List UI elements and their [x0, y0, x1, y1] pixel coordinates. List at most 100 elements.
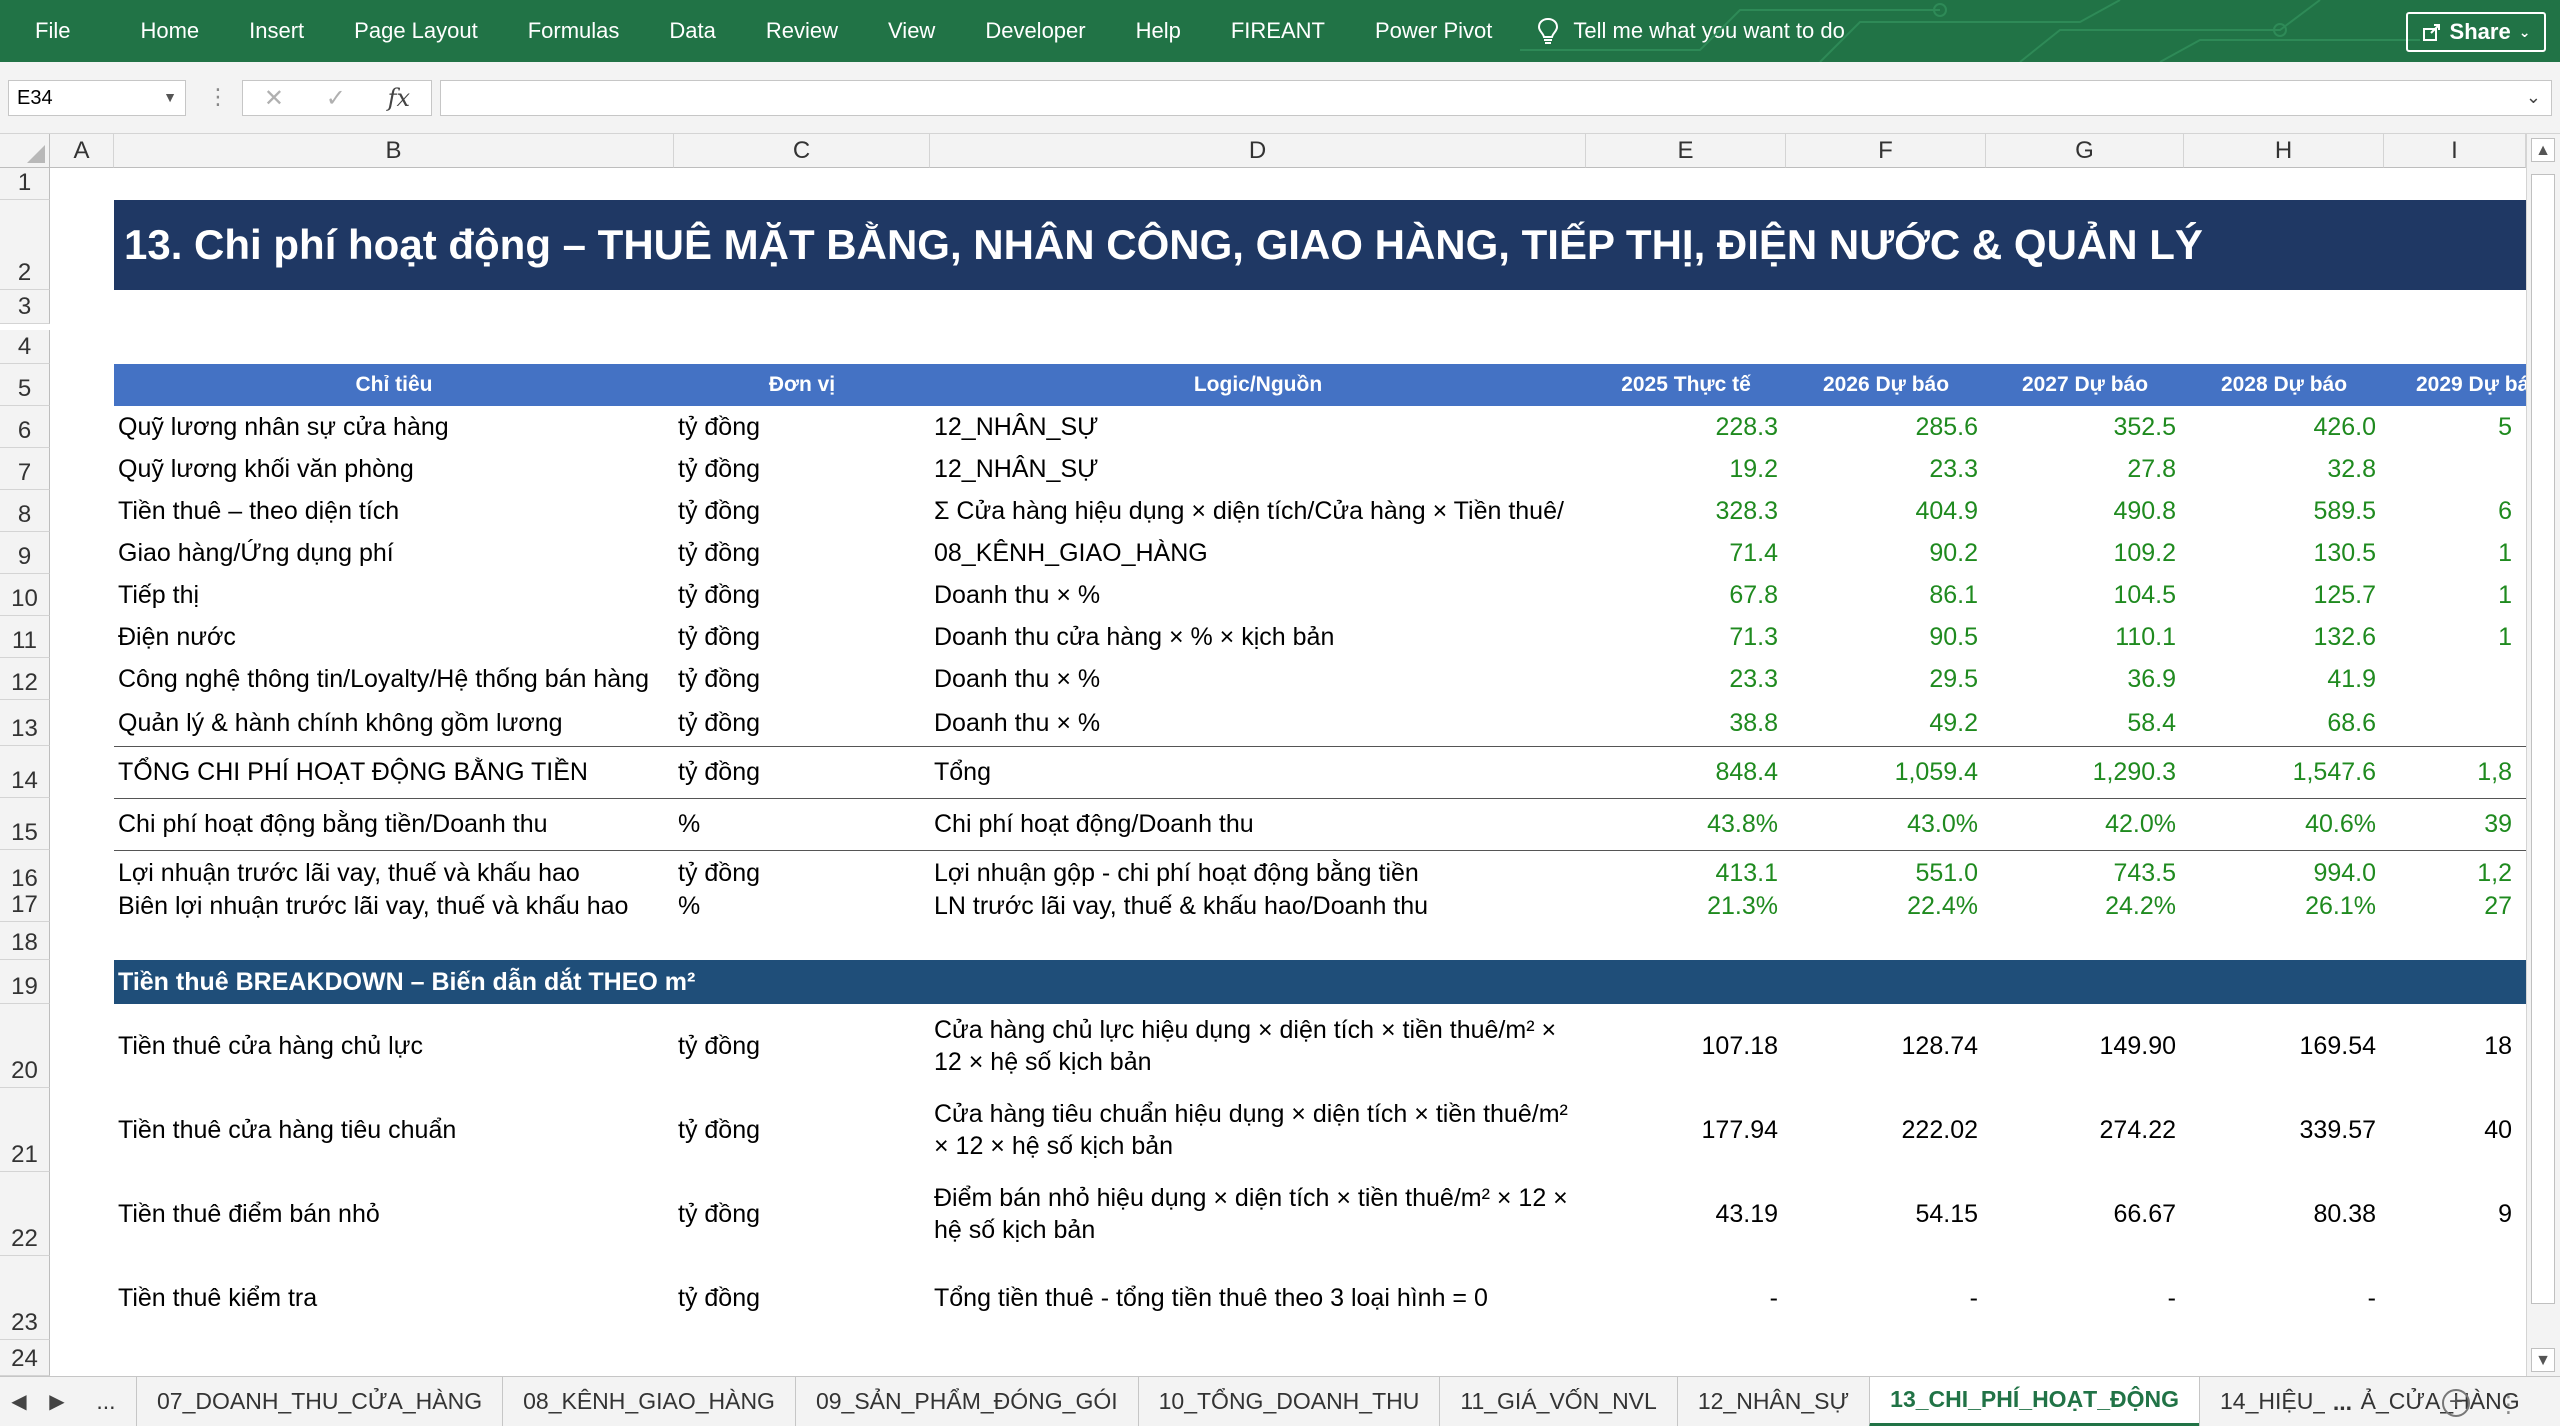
- value-cell[interactable]: 285.6: [1790, 406, 1984, 448]
- row-header-15[interactable]: 15: [0, 798, 50, 850]
- sheet-tab[interactable]: 14_HIỆU_QUẢ_CỬA_HÀNG: [2199, 1377, 2540, 1426]
- value-cell[interactable]: 68.6: [2188, 700, 2382, 746]
- ribbon-tab-page-layout[interactable]: Page Layout: [329, 18, 503, 44]
- more-sheets-right[interactable]: ...: [2324, 1377, 2360, 1426]
- logic-cell[interactable]: LN trước lãi vay, thuế & khấu hao/Doanh …: [934, 890, 1584, 922]
- logic-cell[interactable]: Chi phí hoạt động/Doanh thu: [934, 798, 1584, 850]
- row-label-cell[interactable]: Tiền thuê điểm bán nhỏ: [118, 1172, 672, 1256]
- table-header-cell[interactable]: Logic/Nguồn: [930, 364, 1586, 406]
- value-cell[interactable]: -: [2188, 1256, 2382, 1340]
- logic-cell[interactable]: Cửa hàng tiêu chuẩn hiệu dụng × diện tíc…: [934, 1088, 1584, 1172]
- value-cell[interactable]: [2388, 1256, 2518, 1340]
- row-header-21[interactable]: 21: [0, 1088, 50, 1172]
- unit-cell[interactable]: tỷ đồng: [678, 616, 928, 658]
- value-cell[interactable]: 130.5: [2188, 532, 2382, 574]
- value-cell[interactable]: 66.67: [1990, 1172, 2182, 1256]
- value-cell[interactable]: 1,059.4: [1790, 746, 1984, 798]
- value-cell[interactable]: 71.3: [1590, 616, 1784, 658]
- table-header-cell[interactable]: 2029 Dự bá: [2384, 364, 2526, 406]
- row-header-18[interactable]: 18: [0, 922, 50, 960]
- value-cell[interactable]: -: [1790, 1256, 1984, 1340]
- value-cell[interactable]: [2388, 700, 2518, 746]
- sheet-tab[interactable]: 12_NHÂN_SỰ: [1676, 1377, 1869, 1426]
- value-cell[interactable]: 90.5: [1790, 616, 1984, 658]
- ribbon-tab-insert[interactable]: Insert: [224, 18, 329, 44]
- value-cell[interactable]: 848.4: [1590, 746, 1784, 798]
- value-cell[interactable]: 1: [2388, 574, 2518, 616]
- row-header-2[interactable]: 2: [0, 200, 50, 290]
- column-header-c[interactable]: C: [674, 134, 930, 168]
- row-header-12[interactable]: 12: [0, 658, 50, 700]
- unit-cell[interactable]: tỷ đồng: [678, 1172, 928, 1256]
- value-cell[interactable]: 490.8: [1990, 490, 2182, 532]
- value-cell[interactable]: 29.5: [1790, 658, 1984, 700]
- unit-cell[interactable]: tỷ đồng: [678, 1004, 928, 1088]
- column-header-g[interactable]: G: [1986, 134, 2184, 168]
- ribbon-tab-fireant[interactable]: FIREANT: [1206, 18, 1350, 44]
- ribbon-tab-home[interactable]: Home: [115, 18, 224, 44]
- row-header-8[interactable]: 8: [0, 490, 50, 532]
- value-cell[interactable]: 274.22: [1990, 1088, 2182, 1172]
- unit-cell[interactable]: tỷ đồng: [678, 1256, 928, 1340]
- unit-cell[interactable]: tỷ đồng: [678, 406, 928, 448]
- check-icon[interactable]: ✓: [326, 84, 346, 113]
- value-cell[interactable]: 104.5: [1990, 574, 2182, 616]
- value-cell[interactable]: 23.3: [1590, 658, 1784, 700]
- unit-cell[interactable]: tỷ đồng: [678, 1088, 928, 1172]
- value-cell[interactable]: 177.94: [1590, 1088, 1784, 1172]
- table-header-cell[interactable]: 2028 Dự báo: [2184, 364, 2384, 406]
- logic-cell[interactable]: Doanh thu × %: [934, 574, 1584, 616]
- share-button[interactable]: Share ⌄: [2406, 12, 2546, 52]
- row-label-cell[interactable]: Tiền thuê kiểm tra: [118, 1256, 672, 1340]
- value-cell[interactable]: 24.2%: [1990, 890, 2182, 922]
- row-header-6[interactable]: 6: [0, 406, 50, 448]
- value-cell[interactable]: 1,8: [2388, 746, 2518, 798]
- value-cell[interactable]: 228.3: [1590, 406, 1784, 448]
- value-cell[interactable]: 5: [2388, 406, 2518, 448]
- row-header-23[interactable]: 23: [0, 1256, 50, 1340]
- sheet-tab[interactable]: 07_DOANH_THU_CỬA_HÀNG: [136, 1377, 502, 1426]
- value-cell[interactable]: 86.1: [1790, 574, 1984, 616]
- table-header-cell[interactable]: Chỉ tiêu: [114, 364, 674, 406]
- row-label-cell[interactable]: Điện nước: [118, 616, 672, 658]
- value-cell[interactable]: -: [1590, 1256, 1784, 1340]
- unit-cell[interactable]: tỷ đồng: [678, 448, 928, 490]
- sheet-tab[interactable]: 11_GIÁ_VỐN_NVL: [1439, 1377, 1676, 1426]
- logic-cell[interactable]: Doanh thu × %: [934, 658, 1584, 700]
- add-sheet-icon[interactable]: +: [2442, 1389, 2470, 1417]
- row-header-4[interactable]: 4: [0, 330, 50, 364]
- scroll-thumb[interactable]: [2531, 174, 2555, 1304]
- logic-cell[interactable]: Doanh thu cửa hàng × % × kịch bản: [934, 616, 1584, 658]
- unit-cell[interactable]: tỷ đồng: [678, 700, 928, 746]
- value-cell[interactable]: 67.8: [1590, 574, 1784, 616]
- ribbon-tab-review[interactable]: Review: [741, 18, 863, 44]
- row-header-24[interactable]: 24: [0, 1340, 50, 1376]
- tab-splitter-icon[interactable]: ⋮: [2497, 1391, 2520, 1418]
- unit-cell[interactable]: tỷ đồng: [678, 658, 928, 700]
- chevron-down-icon[interactable]: ▼: [163, 89, 177, 105]
- ribbon-tab-view[interactable]: View: [863, 18, 960, 44]
- logic-cell[interactable]: Tổng tiền thuê - tổng tiền thuê theo 3 l…: [934, 1256, 1584, 1340]
- value-cell[interactable]: 589.5: [2188, 490, 2382, 532]
- logic-cell[interactable]: Tổng: [934, 746, 1584, 798]
- row-label-cell[interactable]: Công nghệ thông tin/Loyalty/Hệ thống bán…: [118, 658, 672, 700]
- ribbon-tab-developer[interactable]: Developer: [960, 18, 1110, 44]
- function-icon[interactable]: fx: [388, 84, 410, 112]
- row-label-cell[interactable]: Quỹ lương nhân sự cửa hàng: [118, 406, 672, 448]
- ribbon-tab-power-pivot[interactable]: Power Pivot: [1350, 18, 1517, 44]
- row-label-cell[interactable]: Chi phí hoạt động bằng tiền/Doanh thu: [118, 798, 672, 850]
- value-cell[interactable]: 21.3%: [1590, 890, 1784, 922]
- logic-cell[interactable]: Cửa hàng chủ lực hiệu dụng × diện tích ×…: [934, 1004, 1584, 1088]
- value-cell[interactable]: 36.9: [1990, 658, 2182, 700]
- value-cell[interactable]: 132.6: [2188, 616, 2382, 658]
- table-header-cell[interactable]: 2027 Dự báo: [1986, 364, 2184, 406]
- row-label-cell[interactable]: Giao hàng/Ứng dụng phí: [118, 532, 672, 574]
- unit-cell[interactable]: tỷ đồng: [678, 574, 928, 616]
- value-cell[interactable]: 23.3: [1790, 448, 1984, 490]
- value-cell[interactable]: 1: [2388, 616, 2518, 658]
- vertical-scrollbar[interactable]: ▲ ▼: [2526, 134, 2560, 1376]
- row-header-17[interactable]: 17: [0, 890, 50, 922]
- unit-cell[interactable]: tỷ đồng: [678, 746, 928, 798]
- row-header-22[interactable]: 22: [0, 1172, 50, 1256]
- value-cell[interactable]: 39: [2388, 798, 2518, 850]
